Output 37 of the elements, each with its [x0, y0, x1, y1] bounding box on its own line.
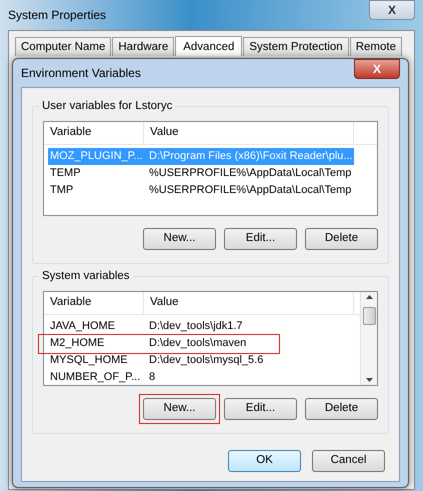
table-cell-text: MYSQL_HOME [49, 353, 129, 368]
list-row[interactable]: JAVA_HOME D:\dev_tools\jdk1.7 [48, 318, 354, 335]
table-cell-text: D:\dev_tools\jdk1.7 [148, 319, 244, 334]
list-row[interactable]: TEMP %USERPROFILE%\AppData\Local\Temp [48, 165, 354, 182]
tab[interactable]: Advanced [175, 36, 242, 56]
scroll-up-icon[interactable] [366, 295, 372, 299]
scrollbar[interactable] [360, 292, 377, 385]
table-cell-text: MOZ_PLUGIN_P... [49, 149, 144, 164]
column-header[interactable]: Value [144, 292, 354, 314]
column-header[interactable]: Value [144, 122, 354, 144]
table-cell-text: TEMP [49, 166, 82, 181]
tab[interactable]: Computer Name [15, 37, 112, 56]
list-row[interactable]: MYSQL_HOME D:\dev_tools\mysql_5.6 [48, 352, 354, 369]
tab[interactable]: Remote [350, 37, 402, 56]
scroll-down-icon[interactable] [366, 378, 372, 382]
column-header[interactable]: Variable [44, 122, 144, 144]
table-cell-text: %USERPROFILE%\AppData\Local\Temp [148, 166, 352, 181]
table-cell-text: D:\Program Files (x86)\Foxit Reader\plu... [148, 149, 354, 164]
list-row[interactable]: M2_HOME D:\dev_tools\maven [48, 335, 354, 352]
scroll-thumb[interactable] [362, 307, 376, 325]
tab[interactable]: Hardware [112, 37, 174, 56]
table-cell-text: NUMBER_OF_P... [49, 370, 142, 385]
button[interactable]: New... [139, 394, 220, 424]
window-title: System Properties [8, 7, 106, 24]
table-cell-text: M2_HOME [49, 336, 106, 351]
table-cell-text: TMP [49, 183, 74, 198]
column-header[interactable]: Variable [44, 292, 144, 314]
table-cell-text: %USERPROFILE%\AppData\Local\Temp [148, 183, 352, 198]
list-row[interactable]: TMP %USERPROFILE%\AppData\Local\Temp [48, 182, 354, 199]
tab[interactable]: System Protection [243, 37, 349, 56]
close-button[interactable]: X [369, 0, 415, 20]
dialog-title: Environment Variables [21, 65, 141, 82]
table-cell-text: 8 [148, 370, 156, 385]
table-cell-text: D:\dev_tools\maven [148, 336, 248, 351]
list-row[interactable]: NUMBER_OF_P... 8 [48, 369, 354, 386]
table-cell-text: D:\dev_tools\mysql_5.6 [148, 353, 264, 368]
table-cell-text: JAVA_HOME [49, 319, 116, 334]
